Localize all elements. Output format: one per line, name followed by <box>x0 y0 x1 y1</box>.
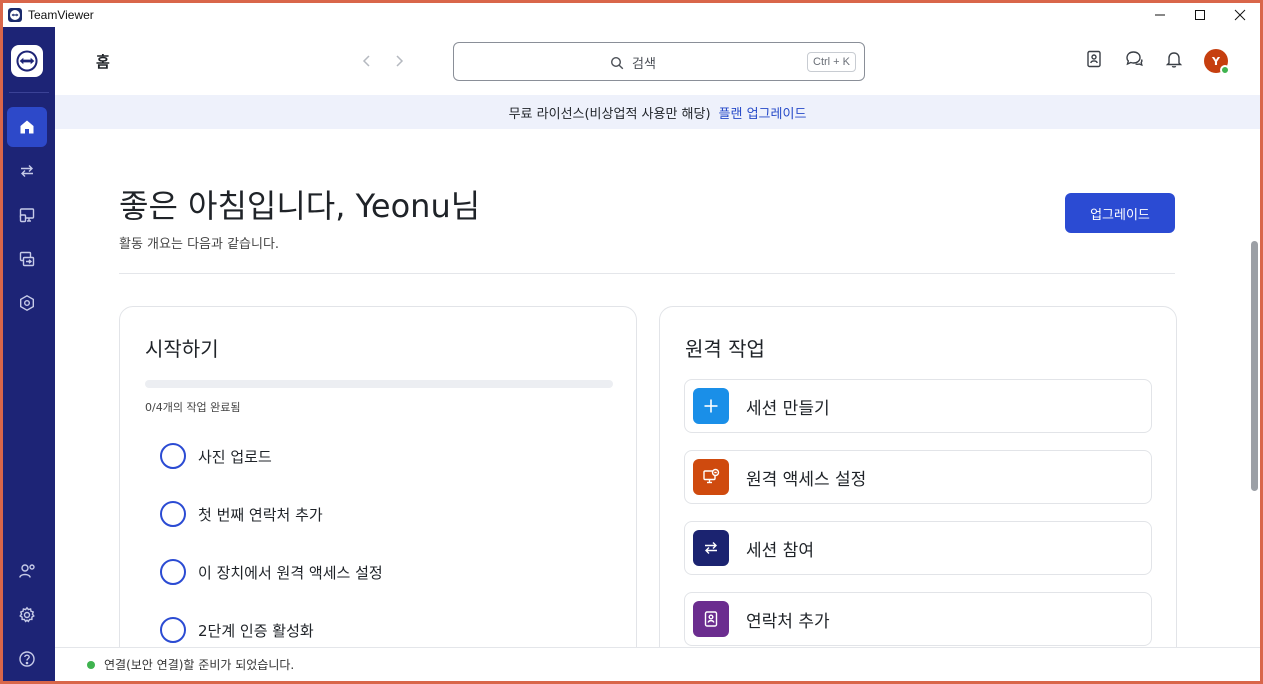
add-contact-button[interactable]: 연락처 추가 <box>684 592 1152 646</box>
help-icon <box>19 651 35 667</box>
notifications-button[interactable] <box>1164 49 1184 73</box>
minimize-button[interactable] <box>1140 3 1180 27</box>
gear-icon <box>19 606 35 623</box>
create-session-button[interactable]: 세션 만들기 <box>684 379 1152 433</box>
devices-icon <box>19 208 35 223</box>
chevron-left-icon <box>362 55 370 67</box>
hexagon-settings-icon <box>20 294 34 312</box>
forward-button[interactable] <box>392 53 406 72</box>
scrollbar-thumb[interactable] <box>1251 241 1258 491</box>
connection-status-text: 연결(보안 연결)할 준비가 되었습니다. <box>104 658 295 672</box>
sidebar-item-management[interactable] <box>7 283 47 323</box>
remote-work-title: 원격 작업 <box>685 337 765 361</box>
join-session-button[interactable]: 세션 참여 <box>684 521 1152 575</box>
getting-started-card: 시작하기 0/4개의 작업 완료됨 사진 업로드 첫 번째 연락처 추가 이 장… <box>119 306 637 647</box>
task-label: 이 장치에서 원격 액세스 설정 <box>198 563 383 582</box>
chat-button[interactable] <box>1124 49 1144 73</box>
bell-icon <box>1165 52 1183 68</box>
task-two-factor[interactable]: 2단계 인증 활성화 <box>160 617 314 643</box>
sidebar-item-settings[interactable] <box>7 595 47 635</box>
sidebar-item-devices[interactable] <box>7 195 47 235</box>
connection-status-dot <box>87 660 95 669</box>
online-status-dot <box>1220 65 1230 75</box>
upgrade-plan-link[interactable]: 플랜 업그레이드 <box>719 103 807 122</box>
contact-book-icon <box>704 611 718 627</box>
title-bar: TeamViewer <box>3 3 1260 27</box>
home-icon <box>20 120 34 134</box>
setup-remote-access-button[interactable]: 원격 액세스 설정 <box>684 450 1152 504</box>
back-button[interactable] <box>360 53 374 72</box>
content-area: 좋은 아침입니다, Yeonu님 활동 개요는 다음과 같습니다. 업그레이드 … <box>55 129 1260 647</box>
task-remote-access[interactable]: 이 장치에서 원격 액세스 설정 <box>160 559 383 585</box>
session-screens-icon <box>19 251 35 267</box>
sidebar-item-users[interactable] <box>7 551 47 591</box>
greeting-title: 좋은 아침입니다, Yeonu님 <box>119 187 481 225</box>
main-panel: 홈 검색 Ctrl + K Y 무료 라이선스(비상업적 사용만 해당) 플랜 … <box>55 27 1260 681</box>
tasks-progress-text: 0/4개의 작업 완료됨 <box>145 401 241 414</box>
task-checkbox[interactable] <box>160 617 186 643</box>
task-label: 사진 업로드 <box>198 447 272 466</box>
action-label: 연락처 추가 <box>746 611 830 632</box>
avatar[interactable]: Y <box>1204 49 1230 75</box>
task-label: 첫 번째 연락처 추가 <box>198 505 323 524</box>
search-icon <box>610 56 624 69</box>
window-title: TeamViewer <box>28 8 94 22</box>
tasks-progress-bar <box>145 380 613 388</box>
greeting-subtitle: 활동 개요는 다음과 같습니다. <box>119 237 280 252</box>
teamviewer-logo-icon[interactable] <box>11 45 43 77</box>
task-add-contact[interactable]: 첫 번째 연락처 추가 <box>160 501 323 527</box>
transfer-arrows-icon <box>21 165 33 177</box>
license-banner: 무료 라이선스(비상업적 사용만 해당) 플랜 업그레이드 <box>55 95 1260 129</box>
task-label: 2단계 인증 활성화 <box>198 621 314 640</box>
user-gear-icon <box>19 564 35 578</box>
action-tile <box>693 388 729 424</box>
sidebar-divider <box>9 92 49 93</box>
getting-started-title: 시작하기 <box>145 337 219 361</box>
sidebar-item-help[interactable] <box>7 639 47 679</box>
task-checkbox[interactable] <box>160 501 186 527</box>
section-divider <box>119 273 1175 274</box>
search-input[interactable]: 검색 Ctrl + K <box>453 42 865 81</box>
sidebar <box>3 27 55 681</box>
remote-monitor-icon <box>703 468 720 484</box>
action-label: 세션 참여 <box>746 540 814 561</box>
status-bar: 연결(보안 연결)할 준비가 되었습니다. <box>55 647 1260 681</box>
sidebar-item-connect[interactable] <box>7 151 47 191</box>
sidebar-item-sessions[interactable] <box>7 239 47 279</box>
search-shortcut: Ctrl + K <box>807 52 856 72</box>
task-checkbox[interactable] <box>160 443 186 469</box>
scrollbar[interactable] <box>1248 129 1260 647</box>
transfer-arrows-icon <box>705 542 717 554</box>
teamviewer-logo-icon <box>8 8 22 22</box>
license-text: 무료 라이선스(비상업적 사용만 해당) <box>508 106 711 122</box>
task-upload-photo[interactable]: 사진 업로드 <box>160 443 272 469</box>
contact-book-icon <box>1087 50 1101 68</box>
action-tile <box>693 459 729 495</box>
chat-bubbles-icon <box>1126 51 1143 67</box>
action-label: 세션 만들기 <box>746 398 830 419</box>
action-tile <box>693 530 729 566</box>
maximize-button[interactable] <box>1180 3 1220 27</box>
sidebar-item-home[interactable] <box>7 107 47 147</box>
task-checkbox[interactable] <box>160 559 186 585</box>
avatar-initial: Y <box>1212 54 1220 68</box>
contacts-button[interactable] <box>1084 49 1104 73</box>
top-bar: 홈 검색 Ctrl + K Y <box>55 27 1260 95</box>
page-title: 홈 <box>96 53 110 71</box>
search-placeholder: 검색 <box>632 57 656 72</box>
action-tile <box>693 601 729 637</box>
upgrade-button[interactable]: 업그레이드 <box>1065 193 1175 233</box>
action-label: 원격 액세스 설정 <box>746 469 867 490</box>
plus-icon <box>704 399 718 413</box>
remote-work-card: 원격 작업 세션 만들기 원격 액세스 설정 세션 참여 연락처 추가 <box>659 306 1177 647</box>
chevron-right-icon <box>396 55 404 67</box>
close-button[interactable] <box>1220 3 1260 27</box>
